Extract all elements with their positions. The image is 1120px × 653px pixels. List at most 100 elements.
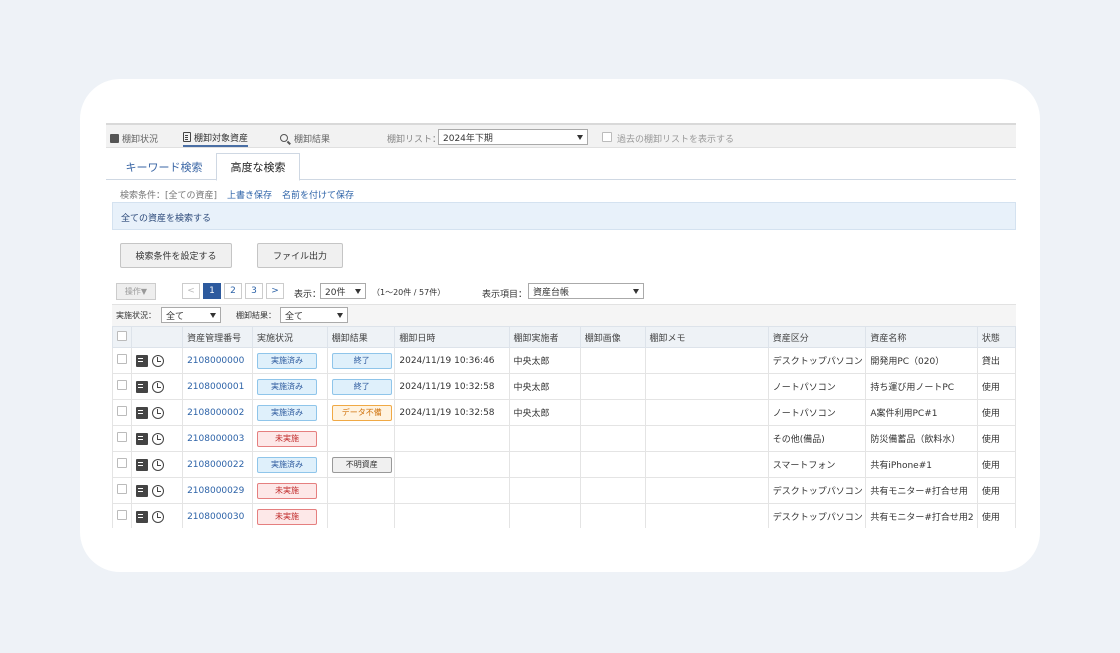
edit-icon[interactable] [136,432,149,445]
row-actions-cell [131,503,184,528]
history-icon[interactable] [152,354,165,367]
row-actions-cell [131,425,184,452]
asset-id-link[interactable]: 2108000001 [182,373,254,400]
row-checkbox[interactable] [117,484,127,494]
export-button[interactable]: ファイル出力 [257,243,343,268]
image-cell [579,347,646,374]
result-badge: 不明資産 [331,456,392,473]
column-header[interactable]: 資産名称 [865,326,978,348]
image-cell [579,399,646,426]
history-icon[interactable] [152,406,165,419]
nav-item-status[interactable]: 棚卸状況 [110,129,158,147]
list-select[interactable]: 2024年下期 [438,129,588,145]
edit-icon[interactable] [136,406,149,419]
select-all-checkbox[interactable] [117,330,127,341]
row-checkbox[interactable] [117,510,127,520]
status-filter-select[interactable]: 全て [161,307,221,323]
nav-item-label: 棚卸対象資産 [194,133,249,144]
asset-id-link[interactable]: 2108000030 [182,503,254,528]
operator-cell [508,503,581,528]
table-row[interactable]: 2108000001 実施済み 終了 2024/11/19 10:32:58 中央太郎 ノ… [111,373,1016,400]
date-cell [394,425,510,452]
memo-cell [644,399,769,426]
asset-id-link[interactable]: 2108000003 [182,425,254,452]
edit-icon[interactable] [136,484,149,497]
table-row[interactable]: 2108000003 未実施 その他(備品) 防災備蓄品（飲料水） 使用 [111,425,1016,452]
per-page-select[interactable]: 20件 [320,283,366,299]
table-row[interactable]: 2108000022 実施済み 不明資産 スマートフォン 共有iPhone#1 使用 [111,451,1016,478]
page-1-button[interactable]: 1 [203,283,221,299]
column-header[interactable]: 棚卸メモ [644,326,769,348]
operation-button[interactable]: 操作▼ [116,283,156,300]
tab-advanced-search[interactable]: 高度な検索 [216,153,300,181]
edit-icon[interactable] [136,354,149,367]
chevron-down-icon [633,289,639,294]
category-cell: デスクトップパソコン [767,477,867,504]
save-as-link[interactable]: 名前を付けて保存 [282,188,354,201]
edit-icon[interactable] [136,380,149,393]
column-header[interactable]: 状態 [976,326,1016,348]
row-select-cell [111,477,133,504]
page-3-button[interactable]: 3 [245,283,263,299]
image-cell [579,503,646,528]
row-checkbox[interactable] [117,380,127,390]
status-badge: 実施済み [257,456,318,473]
memo-cell [644,503,769,528]
row-checkbox[interactable] [117,432,127,442]
operator-cell: 中央太郎 [508,399,581,426]
history-icon[interactable] [152,380,165,393]
asset-table: 資産管理番号 実施状況 棚卸結果 棚卸日時 棚卸実施者 棚卸画像 棚卸メモ 資産… [111,326,1016,528]
nav-item-results[interactable]: 棚卸結果 [280,129,330,147]
asset-id-link[interactable]: 2108000029 [182,477,254,504]
history-icon[interactable] [152,510,165,523]
items-select[interactable]: 資産台帳 [528,283,644,299]
nav-item-label: 棚卸状況 [122,134,159,145]
past-list-label: 過去の棚卸リストを表示する [617,135,735,145]
column-header[interactable]: 資産区分 [767,326,867,348]
set-condition-button[interactable]: 検索条件を設定する [120,243,232,268]
column-header[interactable]: 棚卸結果 [326,326,396,348]
column-header[interactable]: 資産管理番号 [182,326,254,348]
category-cell: ノートパソコン [767,373,867,400]
row-actions-cell [131,477,184,504]
column-header[interactable]: 棚卸実施者 [508,326,581,348]
history-icon[interactable] [152,458,165,471]
asset-id-link[interactable]: 2108000002 [182,399,254,426]
chevron-down-icon [337,313,343,318]
status-filter-label: 実施状況： [116,311,156,320]
result-cell [326,503,396,528]
result-filter-select[interactable]: 全て [280,307,348,323]
history-icon[interactable] [152,484,165,497]
result-filter-value: 全て [285,311,304,322]
overwrite-save-link[interactable]: 上書き保存 [227,188,272,201]
asset-id-link[interactable]: 2108000022 [182,451,254,478]
status-cell: 実施済み [252,399,328,426]
column-header[interactable]: 棚卸画像 [579,326,646,348]
edit-icon[interactable] [136,458,149,471]
prev-page-button[interactable]: < [182,283,200,299]
row-checkbox[interactable] [117,458,127,468]
next-page-button[interactable]: > [266,283,284,299]
page-2-button[interactable]: 2 [224,283,242,299]
tab-keyword-search[interactable]: キーワード検索 [114,153,214,180]
table-row[interactable]: 2108000029 未実施 デスクトップパソコン 共有モニター#打合せ用 使用 [111,477,1016,504]
table-row[interactable]: 2108000002 実施済み データ不備 2024/11/19 10:32:58 中央… [111,399,1016,426]
asset-id-link[interactable]: 2108000000 [182,347,254,374]
past-list-checkbox[interactable] [602,132,612,142]
column-header[interactable]: 実施状況 [252,326,328,348]
date-cell [394,451,510,478]
status-cell: 実施済み [252,373,328,400]
row-checkbox[interactable] [117,354,127,364]
table-row[interactable]: 2108000030 未実施 デスクトップパソコン 共有モニター#打合せ用2 使用 [111,503,1016,528]
row-actions-cell [131,451,184,478]
row-checkbox[interactable] [117,406,127,416]
status-cell: 実施済み [252,347,328,374]
nav-item-target-assets[interactable]: 棚卸対象資産 [183,129,249,147]
history-icon[interactable] [152,432,165,445]
status-badge: 実施済み [257,378,318,395]
category-cell: ノートパソコン [767,399,867,426]
table-header-row: 資産管理番号 実施状況 棚卸結果 棚卸日時 棚卸実施者 棚卸画像 棚卸メモ 資産… [111,326,1016,348]
edit-icon[interactable] [136,510,149,523]
column-header[interactable]: 棚卸日時 [394,326,510,348]
table-row[interactable]: 2108000000 実施済み 終了 2024/11/19 10:36:46 中央太郎 デ… [111,347,1016,374]
